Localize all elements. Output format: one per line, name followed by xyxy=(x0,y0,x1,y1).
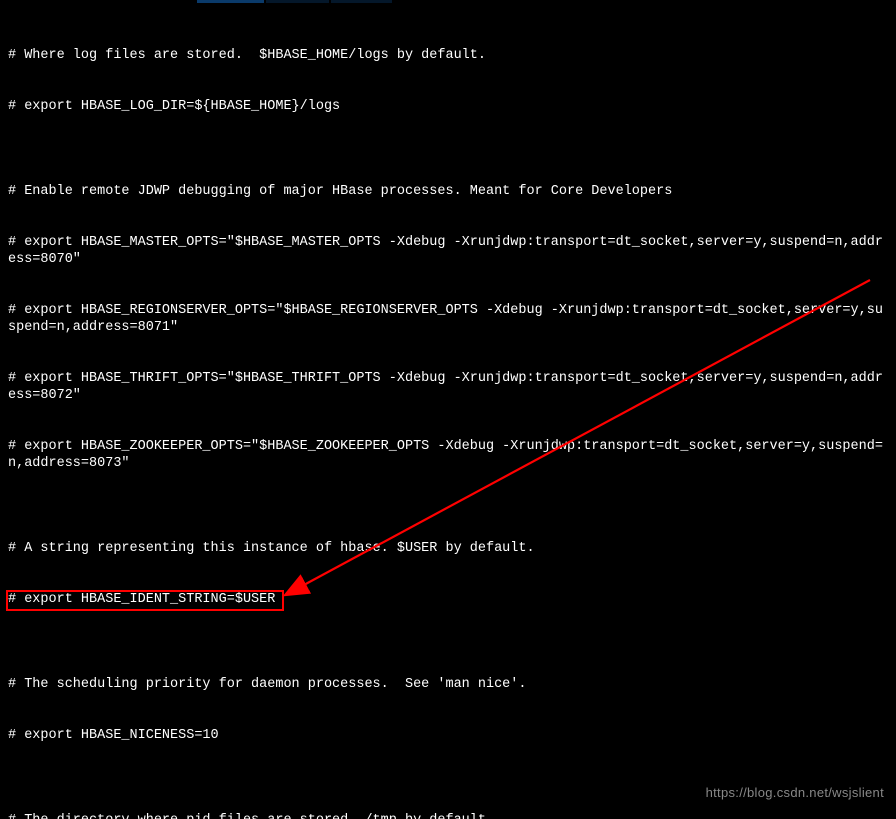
code-line: # export HBASE_ZOOKEEPER_OPTS="$HBASE_ZO… xyxy=(8,438,888,472)
code-line: # export HBASE_THRIFT_OPTS="$HBASE_THRIF… xyxy=(8,370,888,404)
code-line: # The directory where pid files are stor… xyxy=(8,812,888,819)
watermark-text: https://blog.csdn.net/wsjslient xyxy=(706,784,884,801)
code-line: # Where log files are stored. $HBASE_HOM… xyxy=(8,47,888,64)
terminal-viewport[interactable]: # Where log files are stored. $HBASE_HOM… xyxy=(0,3,896,819)
code-line: # export HBASE_REGIONSERVER_OPTS="$HBASE… xyxy=(8,302,888,336)
code-line: # Enable remote JDWP debugging of major … xyxy=(8,183,888,200)
code-line: # export HBASE_MASTER_OPTS="$HBASE_MASTE… xyxy=(8,234,888,268)
tab-inactive-marker[interactable] xyxy=(331,0,392,3)
code-line: # export HBASE_NICENESS=10 xyxy=(8,727,888,744)
code-line: # A string representing this instance of… xyxy=(8,540,888,557)
code-line: # export HBASE_IDENT_STRING=$USER xyxy=(8,591,888,608)
tab-active-marker[interactable] xyxy=(197,0,264,3)
code-line: # export HBASE_LOG_DIR=${HBASE_HOME}/log… xyxy=(8,98,888,115)
code-line: # The scheduling priority for daemon pro… xyxy=(8,676,888,693)
tab-inactive-marker[interactable] xyxy=(266,0,329,3)
